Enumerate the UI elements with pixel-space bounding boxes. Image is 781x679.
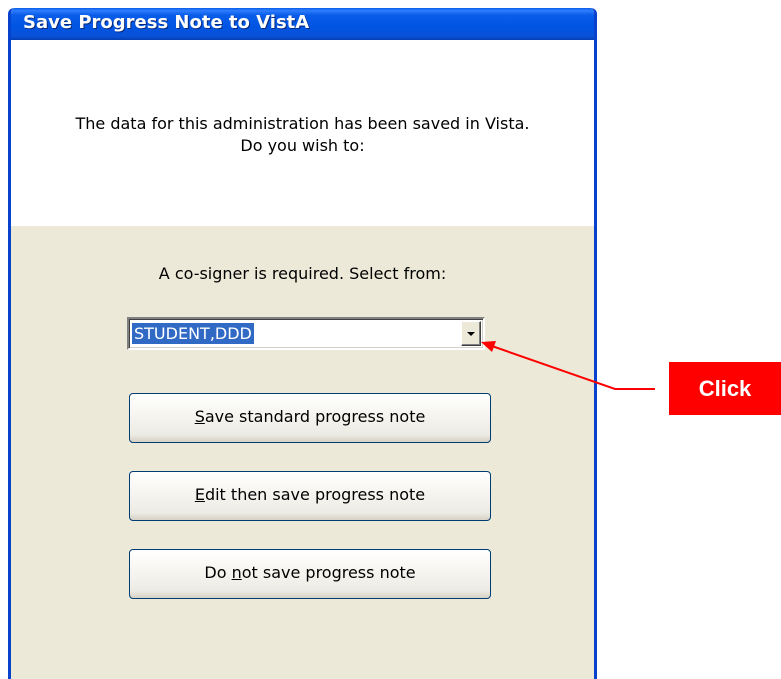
cosigner-selected-value[interactable]: STUDENT,DDD	[132, 323, 254, 344]
message-area: The data for this administration has bee…	[11, 40, 594, 226]
button-label-post: ave standard progress note	[204, 407, 426, 426]
title-bar[interactable]: Save Progress Note to VistA	[11, 8, 594, 40]
button-label-pre: Do	[204, 563, 232, 582]
button-accelerator-key: E	[194, 485, 205, 504]
dialog-title: Save Progress Note to VistA	[23, 12, 310, 33]
do-not-save-progress-note-button[interactable]: Do not save progress note	[129, 549, 491, 599]
click-callout-label: Click	[669, 362, 781, 415]
edit-then-save-progress-note-button[interactable]: Edit then save progress note	[129, 471, 491, 521]
screenshot-stage: Save Progress Note to VistA The data for…	[0, 0, 781, 679]
chevron-down-icon	[467, 332, 475, 336]
save-progress-note-dialog: Save Progress Note to VistA The data for…	[8, 8, 597, 679]
button-label-post: ot save progress note	[241, 563, 416, 582]
cosigner-label: A co-signer is required. Select from:	[158, 264, 447, 283]
message-question-text: Do you wish to:	[240, 136, 365, 155]
cosigner-dropdown-button[interactable]	[461, 321, 481, 346]
save-standard-progress-note-button[interactable]: Save standard progress note	[129, 393, 491, 443]
button-label-post: dit then save progress note	[204, 485, 426, 504]
button-accelerator-key: S	[194, 407, 205, 426]
message-saved-text: The data for this administration has bee…	[75, 114, 530, 133]
button-accelerator-key: n	[231, 563, 242, 582]
cosigner-combobox[interactable]: STUDENT,DDD	[127, 317, 485, 350]
